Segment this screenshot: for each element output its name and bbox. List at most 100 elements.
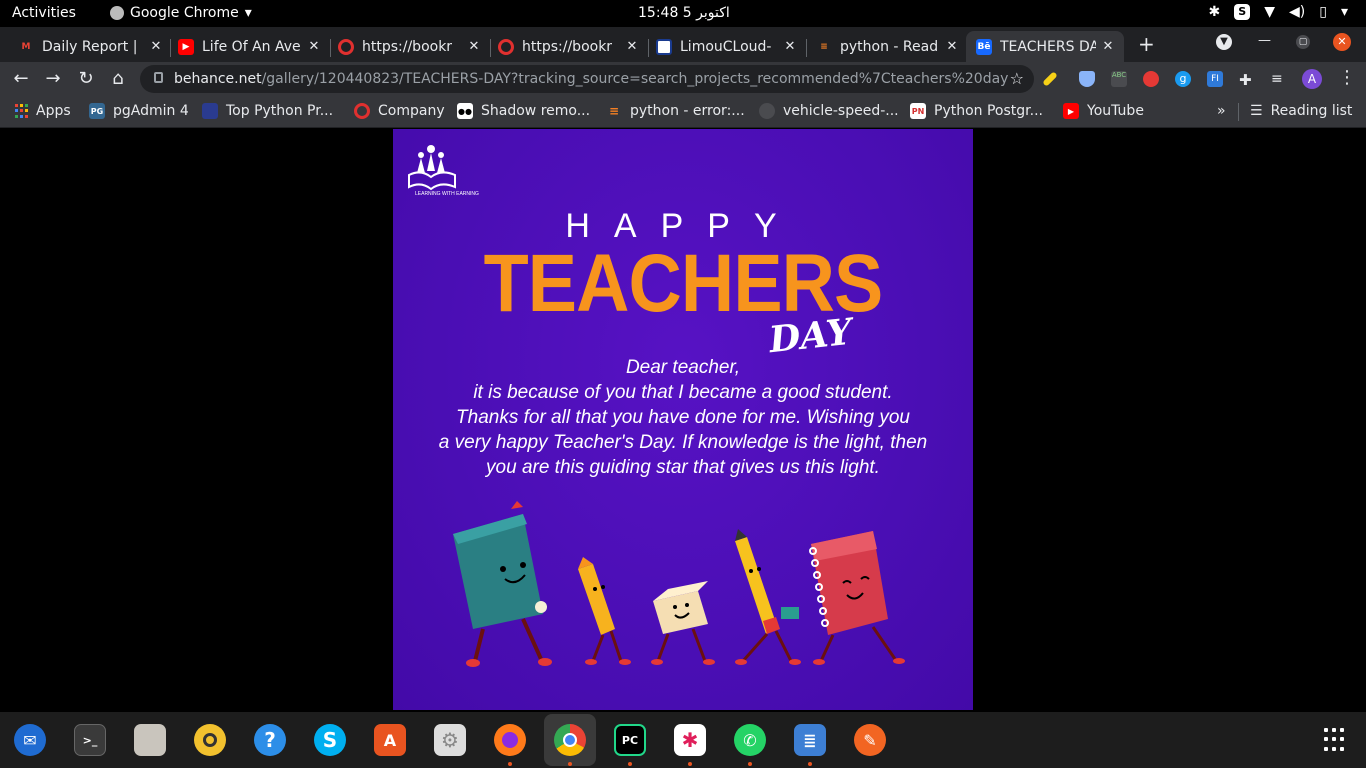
logo-text: LEARNING WITH EARNING: [415, 191, 479, 197]
pycharm-icon[interactable]: PC: [614, 724, 646, 756]
browser-toolbar: ← → ↻ ⌂ behance.net/gallery/120440823/TE…: [0, 62, 1366, 96]
close-window-button[interactable]: ✕: [1333, 33, 1351, 51]
chrome-icon[interactable]: [554, 724, 586, 756]
bookmark-company[interactable]: Company: [354, 103, 445, 119]
chevron-down-icon[interactable]: ▾: [1341, 4, 1348, 20]
tab-bookr-1[interactable]: https://bookr ✕: [338, 31, 482, 62]
bookmark-pgadmin[interactable]: PG pgAdmin 4: [89, 103, 189, 119]
close-icon[interactable]: ✕: [466, 39, 482, 54]
tab-python-read[interactable]: ≡ python - Read ✕: [816, 31, 960, 62]
slack-icon[interactable]: ✱: [674, 724, 706, 756]
activities-button[interactable]: Activities: [12, 5, 76, 21]
book-character: [453, 501, 552, 667]
close-icon[interactable]: ✕: [624, 39, 640, 54]
whatsapp-icon[interactable]: ✆: [734, 724, 766, 756]
firefox-icon[interactable]: [494, 724, 526, 756]
tab-search-button[interactable]: ▼: [1216, 33, 1232, 50]
files-icon[interactable]: [134, 724, 166, 756]
fi-extension-icon[interactable]: FI: [1207, 71, 1223, 87]
new-tab-button[interactable]: +: [1138, 32, 1155, 56]
thunderbird-icon[interactable]: ✉: [14, 724, 46, 756]
bookmarks-overflow-button[interactable]: »: [1217, 103, 1226, 119]
bookmark-top-python[interactable]: Top Python Pr...: [202, 103, 333, 119]
settings-icon[interactable]: ⚙: [434, 724, 466, 756]
shield-extension-icon[interactable]: [1079, 71, 1095, 87]
chrome-icon: [110, 6, 124, 20]
abc-extension-icon[interactable]: ABC: [1111, 71, 1127, 87]
message-line: Thanks for all that you have done for me…: [456, 407, 910, 428]
wifi-icon[interactable]: ▼: [1264, 4, 1275, 20]
back-button[interactable]: ←: [10, 68, 32, 89]
reading-list-button[interactable]: ☰ Reading list: [1250, 103, 1352, 119]
lock-icon[interactable]: [154, 72, 163, 83]
message-line: a very happy Teacher's Day. If knowledge…: [438, 432, 928, 453]
terminal-icon[interactable]: >_: [74, 724, 106, 756]
bookmark-label: Company: [378, 103, 445, 119]
tab-bookr-2[interactable]: https://bookr ✕: [498, 31, 640, 62]
close-icon[interactable]: ✕: [944, 39, 960, 54]
media-control-icon[interactable]: ≡: [1271, 71, 1287, 87]
system-tray[interactable]: ✱ S ▼ ◀) ▯ ▾: [1209, 4, 1348, 20]
reload-button[interactable]: ↻: [75, 68, 97, 89]
bookmark-label: pgAdmin 4: [113, 103, 189, 119]
close-icon[interactable]: ✕: [782, 39, 798, 54]
app-menu[interactable]: Google Chrome ▾: [110, 5, 252, 21]
tab-daily-report[interactable]: M Daily Report | ✕: [18, 31, 164, 62]
running-indicator: [568, 762, 572, 766]
bookmark-label: python - error:...: [630, 103, 745, 119]
tab-title: https://bookr: [362, 38, 453, 55]
rhythmbox-icon[interactable]: [194, 724, 226, 756]
slack-tray-icon[interactable]: ✱: [1209, 4, 1221, 20]
url-text[interactable]: behance.net/gallery/120440823/TEACHERS-D…: [174, 71, 1008, 87]
bookmark-youtube[interactable]: ▶ YouTube: [1063, 103, 1144, 119]
pencil-app-icon[interactable]: ✎: [854, 724, 886, 756]
minimize-button[interactable]: —: [1258, 33, 1271, 48]
clock[interactable]: 15:48 اکتوبر 5: [638, 5, 730, 21]
running-indicator: [808, 762, 812, 766]
pynative-icon: PN: [910, 103, 926, 119]
close-icon[interactable]: ✕: [306, 39, 322, 54]
running-indicator: [628, 762, 632, 766]
more-menu-icon[interactable]: ⋮: [1338, 67, 1356, 88]
tab-youtube[interactable]: ▶ Life Of An Ave ✕: [178, 31, 322, 62]
bookmark-apps[interactable]: Apps: [14, 103, 71, 119]
skype-icon[interactable]: S: [314, 724, 346, 756]
tab-teachers-day[interactable]: Bē TEACHERS DA ✕: [966, 31, 1124, 62]
pencil-character: [735, 529, 801, 665]
message-line: you are this guiding star that gives us …: [486, 457, 880, 478]
close-icon: ✕: [1333, 33, 1351, 51]
bookmark-shadow-removal[interactable]: ●● Shadow remo...: [457, 103, 590, 119]
volume-icon[interactable]: ◀): [1289, 4, 1305, 20]
close-icon[interactable]: ✕: [148, 39, 164, 54]
software-center-icon[interactable]: A: [374, 724, 406, 756]
bookmark-python-postgres[interactable]: PN Python Postgr...: [910, 103, 1043, 119]
grammarly-extension-icon[interactable]: g: [1175, 71, 1191, 87]
close-icon[interactable]: ✕: [1100, 39, 1116, 54]
chevron-down-icon: ▾: [244, 5, 252, 21]
bookmark-vehicle-speed[interactable]: vehicle-speed-...: [759, 103, 899, 119]
teachers-day-poster[interactable]: LEARNING WITH EARNING HAPPY TEACHERS DAY…: [393, 129, 973, 710]
restore-button[interactable]: ▢: [1296, 33, 1310, 49]
show-applications-icon[interactable]: [1324, 728, 1348, 752]
opera-icon: [338, 38, 354, 55]
help-icon[interactable]: ?: [254, 724, 286, 756]
text-editor-icon[interactable]: ≣: [794, 724, 826, 756]
pokeball-extension-icon[interactable]: [1143, 71, 1159, 87]
home-button[interactable]: ⌂: [107, 68, 129, 89]
bookmark-star-icon[interactable]: ☆: [1010, 69, 1024, 88]
poster-message: Dear teacher, it is because of you that …: [393, 355, 973, 480]
battery-icon[interactable]: ▯: [1319, 4, 1327, 20]
puzzle-extensions-icon[interactable]: ✚: [1239, 71, 1255, 89]
pgadmin-icon: PG: [89, 103, 105, 119]
tab-limoucloud[interactable]: LimouCLoud- ✕: [656, 31, 798, 62]
profile-avatar[interactable]: A: [1302, 69, 1322, 89]
forward-button[interactable]: →: [42, 68, 64, 89]
address-bar[interactable]: behance.net/gallery/120440823/TEACHERS-D…: [140, 65, 1034, 93]
app-menu-label: Google Chrome: [130, 5, 239, 21]
bookmark-python-error[interactable]: ≡ python - error:...: [606, 103, 745, 119]
running-indicator: [688, 762, 692, 766]
skype-tray-icon[interactable]: S: [1234, 4, 1251, 20]
highlighter-extension-icon[interactable]: [1042, 71, 1058, 87]
tab-title: https://bookr: [522, 38, 613, 55]
bookmark-label: vehicle-speed-...: [783, 103, 899, 119]
